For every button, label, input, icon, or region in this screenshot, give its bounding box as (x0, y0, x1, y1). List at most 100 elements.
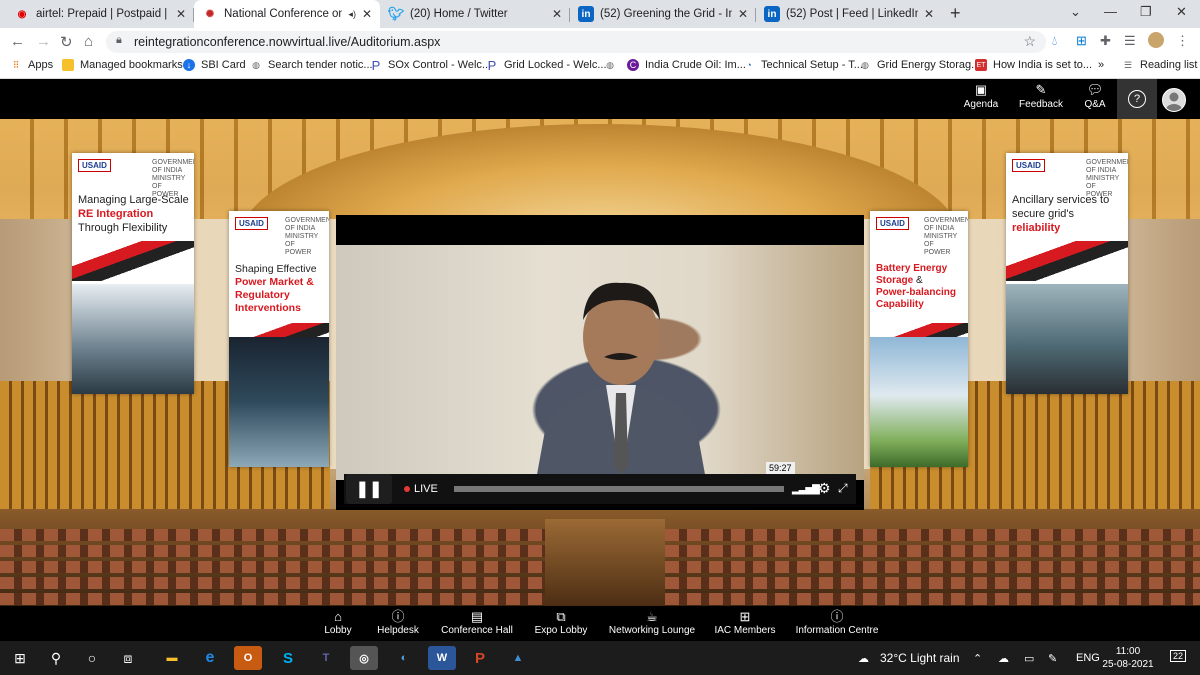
word-icon[interactable]: W (428, 646, 456, 670)
outlook-icon[interactable]: O (234, 646, 262, 670)
audio-playing-icon[interactable]: ◂) (348, 9, 356, 20)
agenda-button[interactable]: ▣ Agenda (953, 81, 1009, 117)
bookmark-apps[interactable]: ⠿ Apps (10, 59, 53, 71)
forward-arrow-icon[interactable]: → (36, 33, 51, 50)
banner-re-integration: USAID GOVERNMENT OF INDIA MINISTRY OF PO… (72, 153, 194, 394)
menu-dots-icon[interactable]: ⋮ (1176, 33, 1189, 49)
clock-time: 11:00 (1115, 646, 1141, 657)
tab-conference[interactable]: ✺ National Conference on Larg ◂) ✕ (194, 0, 380, 28)
close-tab-icon[interactable]: ✕ (738, 7, 748, 21)
banner-title: Ancillary services to secure grid's reli… (1012, 193, 1124, 235)
pause-button[interactable]: ❚❚ (346, 474, 392, 504)
nav-conference-hall[interactable]: ▤ Conference Hall (438, 608, 516, 636)
audience-seats-left (0, 529, 545, 606)
tab-search-icon[interactable]: ⌄ (1070, 4, 1081, 20)
twitter-icon: 🐦︎ (387, 6, 405, 21)
profile-avatar[interactable] (1148, 32, 1164, 48)
reload-icon[interactable]: ↻ (60, 33, 73, 51)
bookmark-how-india[interactable]: ET How India is set to... (975, 59, 1092, 71)
teams-icon[interactable]: T (312, 646, 340, 670)
photos-icon[interactable]: ▲ (504, 646, 532, 670)
language-indicator[interactable]: ENG (1076, 652, 1100, 664)
extensions-puzzle-icon[interactable]: ✚ (1100, 33, 1111, 49)
close-tab-icon[interactable]: ✕ (552, 7, 562, 21)
lock-icon[interactable]: 🔒︎ (116, 34, 122, 47)
url-text[interactable]: reintegrationconference.nowvirtual.live/… (134, 35, 440, 49)
banner-title: Managing Large-Scale RE Integration Thro… (78, 193, 189, 235)
edge-icon[interactable]: e (196, 646, 224, 670)
calendar-icon: ▣ (974, 82, 988, 97)
close-tab-icon[interactable]: ✕ (362, 7, 372, 21)
system-clock[interactable]: 11:00 25-08-2021 (1100, 645, 1156, 671)
more-bookmarks-button[interactable]: » (1098, 59, 1104, 71)
restore-button[interactable]: ❐ (1140, 4, 1152, 20)
qa-button[interactable]: 💬︎ Q&A (1067, 81, 1123, 117)
settings-gear-icon[interactable]: ⚙ (818, 480, 831, 497)
bookmark-crude-oil[interactable]: ◍ (604, 59, 622, 71)
tab-linkedin-feed[interactable]: in (52) Post | Feed | LinkedIn ✕ (756, 2, 942, 26)
address-bar[interactable]: 🔒︎ reintegrationconference.nowvirtual.li… (106, 31, 1046, 53)
grid-icon: ⊞ (739, 609, 751, 624)
network-icon[interactable]: ▭ (1024, 652, 1034, 665)
pen-icon[interactable]: ✎ (1048, 652, 1057, 665)
usaid-logo: USAID (876, 217, 909, 230)
meeting-app-icon[interactable]: ◐ (390, 646, 418, 670)
tab-airtel[interactable]: ◉ airtel: Prepaid | Postpaid | Broadb ✕ (6, 2, 194, 26)
search-icon[interactable]: ⚲ (42, 646, 70, 670)
user-avatar[interactable] (1162, 88, 1186, 112)
weather-text[interactable]: 32°C Light rain (880, 651, 960, 665)
seek-bar[interactable] (454, 486, 784, 492)
bookmark-sbi[interactable]: ↓ SBI Card (183, 59, 246, 71)
player-controls: ❚❚ LIVE 59:27 ▂▃▅▇ ⚙ ⤢ (344, 462, 856, 504)
chrome-icon[interactable]: ◎ (350, 646, 378, 670)
powerpoint-icon[interactable]: P (466, 646, 494, 670)
new-tab-button[interactable]: + (950, 3, 961, 24)
bookmark-managed[interactable]: Managed bookmarks (62, 59, 183, 71)
skype-icon[interactable]: S (274, 646, 302, 670)
notifications-badge[interactable]: 22 (1170, 650, 1187, 662)
close-tab-icon[interactable]: ✕ (176, 7, 186, 21)
reading-queue-icon[interactable]: ☰ (1124, 33, 1136, 49)
bookmark-gridlocked[interactable]: P Grid Locked - Welc... (486, 58, 607, 73)
help-button[interactable]: ? (1117, 79, 1157, 119)
show-hidden-icons[interactable]: ⌃ (973, 652, 982, 665)
reading-list-button[interactable]: ☰ Reading list (1122, 59, 1198, 71)
nav-expo-lobby[interactable]: ⧉ Expo Lobby (532, 608, 590, 636)
nav-lobby[interactable]: ⌂ Lobby (318, 608, 358, 636)
droplet-extension-icon[interactable]: 💧︎ (1052, 33, 1057, 49)
nav-iac-members[interactable]: ⊞ IAC Members (714, 608, 776, 636)
task-view-icon[interactable]: ⧈ (114, 646, 142, 670)
onedrive-icon[interactable]: ☁ (998, 652, 1009, 665)
live-video-frame[interactable] (336, 245, 864, 480)
bookmark-india-crude[interactable]: C India Crude Oil: Im... (627, 59, 746, 71)
bookmark-tender[interactable]: ◍ Search tender notic... (250, 59, 373, 71)
close-window-button[interactable]: ✕ (1176, 4, 1187, 20)
windows-extension-icon[interactable]: ⊞ (1076, 33, 1087, 49)
apps-grid-icon: ⠿ (12, 59, 20, 70)
windows-start-icon[interactable]: ⊞ (6, 646, 34, 670)
tab-linkedin-greening[interactable]: in (52) Greening the Grid - India : C ✕ (570, 2, 756, 26)
feedback-button[interactable]: ✎ Feedback (1013, 81, 1069, 117)
center-aisle (545, 519, 665, 606)
nav-label: Networking Lounge (608, 625, 696, 636)
fullscreen-icon[interactable]: ⤢ (838, 481, 848, 496)
nav-information-centre[interactable]: ⓘ Information Centre (795, 608, 879, 636)
minimize-button[interactable]: — (1104, 4, 1117, 19)
bookmark-sox[interactable]: P SOx Control - Welc... (370, 58, 492, 73)
bookmark-label: SOx Control - Welc... (388, 59, 492, 71)
tab-twitter[interactable]: 🐦︎ (20) Home / Twitter ✕ (380, 2, 570, 26)
back-arrow-icon[interactable]: ← (10, 33, 25, 50)
file-explorer-icon[interactable]: ▬ (158, 646, 186, 670)
sbi-icon: ↓ (183, 59, 195, 71)
bookmark-technical-setup[interactable]: ◔ Technical Setup - T... (743, 59, 863, 71)
nav-networking-lounge[interactable]: ☕︎ Networking Lounge (607, 608, 697, 636)
conference-icon: ✺ (205, 8, 215, 20)
bookmark-grid-storage[interactable]: ◍ Grid Energy Storag... (859, 59, 980, 71)
home-icon[interactable]: ⌂ (84, 33, 93, 50)
usaid-logo: USAID (78, 159, 111, 172)
nav-helpdesk[interactable]: ⓘ Helpdesk (373, 608, 423, 636)
bookmark-star-icon[interactable]: ☆ (1023, 33, 1036, 50)
cortana-icon[interactable]: ○ (78, 646, 106, 670)
video-player[interactable]: ❚❚ LIVE 59:27 ▂▃▅▇ ⚙ ⤢ (336, 215, 864, 510)
close-tab-icon[interactable]: ✕ (924, 7, 934, 21)
